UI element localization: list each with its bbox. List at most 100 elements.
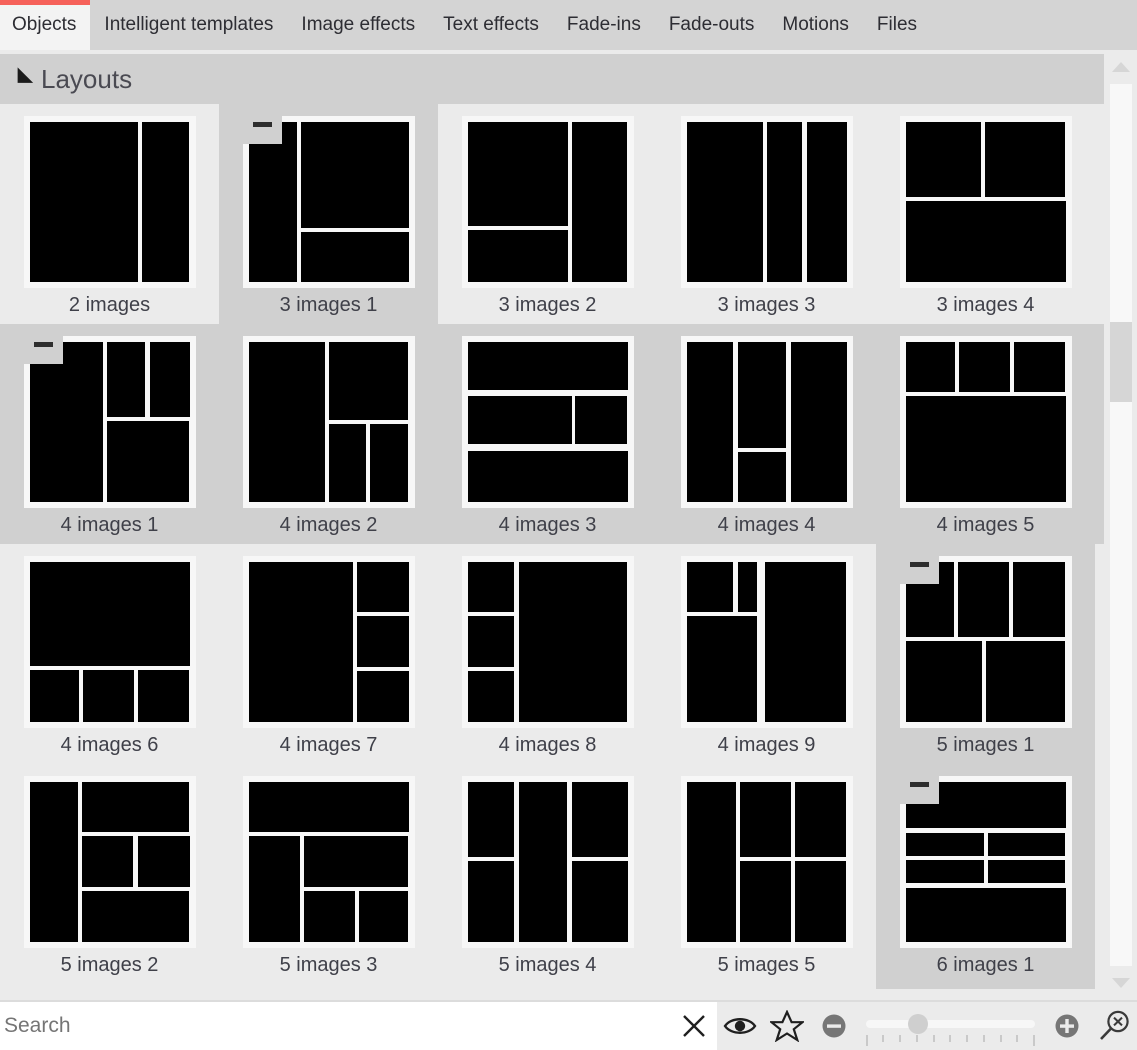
tab-motions[interactable]: Motions: [768, 0, 863, 50]
layout-thumbnail[interactable]: [462, 556, 634, 728]
search-input[interactable]: [0, 1002, 670, 1050]
layout-preview: [906, 122, 1066, 282]
layout-label: 5 images 3: [280, 954, 378, 976]
layout-label: 4 images 1: [61, 514, 159, 536]
layout-tile: [30, 122, 139, 282]
section-header-layouts[interactable]: Layouts: [0, 50, 1104, 104]
remove-layout-button[interactable]: [242, 110, 282, 150]
tab-label: Files: [877, 14, 917, 36]
layout-tile: [958, 562, 1009, 637]
minus-icon: [23, 324, 63, 364]
layout-item[interactable]: 4 images 2: [219, 324, 438, 544]
scroll-down-button[interactable]: [1104, 966, 1137, 1000]
layout-thumbnail[interactable]: [243, 776, 415, 948]
layout-tile: [468, 396, 572, 444]
layout-tile: [687, 616, 757, 722]
layout-thumbnail[interactable]: [462, 336, 634, 508]
layout-tile: [738, 452, 786, 502]
tab-label: Intelligent templates: [104, 14, 273, 36]
layout-item[interactable]: 4 images 4: [657, 324, 876, 544]
layout-preview: [687, 562, 847, 722]
layout-item[interactable]: 4 images 1: [0, 324, 219, 544]
layout-item[interactable]: 4 images 9: [657, 544, 876, 764]
layout-thumbnail[interactable]: [24, 556, 196, 728]
layout-thumbnail[interactable]: [24, 776, 196, 948]
layout-thumbnail[interactable]: [900, 116, 1072, 288]
layout-thumbnail[interactable]: [462, 116, 634, 288]
layout-thumbnail[interactable]: [900, 336, 1072, 508]
tab-intelligent-templates[interactable]: Intelligent templates: [90, 0, 287, 50]
layout-preview: [687, 782, 847, 942]
layout-item[interactable]: 4 images 5: [876, 324, 1095, 544]
tab-fade-ins[interactable]: Fade-ins: [553, 0, 655, 50]
scrollbar-thumb[interactable]: [1110, 322, 1132, 401]
layout-tile: [906, 342, 956, 392]
layout-thumbnail[interactable]: [24, 116, 196, 288]
favorites-button[interactable]: [764, 1002, 811, 1050]
layout-item[interactable]: 5 images 2: [0, 764, 219, 989]
scroll-up-button[interactable]: [1104, 50, 1137, 84]
zoom-reset-button[interactable]: [1090, 1002, 1137, 1050]
layout-thumbnail[interactable]: [681, 336, 853, 508]
zoom-slider[interactable]: [860, 1002, 1042, 1050]
tab-files[interactable]: Files: [863, 0, 931, 50]
layout-item[interactable]: 2 images: [0, 104, 219, 324]
layout-thumbnail[interactable]: [681, 556, 853, 728]
layout-item[interactable]: 4 images 6: [0, 544, 219, 764]
layout-item[interactable]: 3 images 4: [876, 104, 1095, 324]
layout-item[interactable]: 5 images 4: [438, 764, 657, 989]
layout-thumbnail[interactable]: [243, 336, 415, 508]
layout-thumbnail[interactable]: [681, 776, 853, 948]
layout-preview: [468, 122, 628, 282]
tab-image-effects[interactable]: Image effects: [287, 0, 429, 50]
layout-label: 4 images 9: [718, 734, 816, 756]
remove-layout-button[interactable]: [899, 550, 939, 590]
layout-preview: [30, 782, 190, 942]
slider-track[interactable]: [866, 1020, 1036, 1028]
scrollbar-track[interactable]: [1110, 84, 1132, 966]
triangle-collapse-icon[interactable]: [10, 67, 33, 90]
layout-label: 4 images 3: [499, 514, 597, 536]
layout-item[interactable]: 3 images 2: [438, 104, 657, 324]
layout-tile: [82, 782, 189, 832]
layout-tile: [82, 891, 189, 942]
tab-objects[interactable]: Objects: [0, 0, 90, 50]
layout-tile: [107, 342, 145, 417]
layout-item[interactable]: 6 images 1: [876, 764, 1095, 989]
layout-item[interactable]: 4 images 3: [438, 324, 657, 544]
clear-search-button[interactable]: [670, 1002, 717, 1050]
layout-tile: [906, 888, 1066, 942]
zoom-out-button[interactable]: [811, 1002, 858, 1050]
layout-preview: [249, 562, 409, 722]
layout-tile: [468, 782, 514, 857]
layout-tile: [519, 562, 628, 722]
star-icon: [770, 1010, 804, 1042]
layout-thumbnail[interactable]: [462, 776, 634, 948]
layout-tile: [107, 421, 189, 502]
preview-toggle-button[interactable]: [717, 1002, 764, 1050]
layout-item[interactable]: 5 images 1: [876, 544, 1095, 764]
layout-tile: [906, 201, 1066, 282]
tab-label: Objects: [12, 14, 76, 36]
layout-item[interactable]: 3 images 3: [657, 104, 876, 324]
tab-text-effects[interactable]: Text effects: [429, 0, 553, 50]
tab-fade-outs[interactable]: Fade-outs: [655, 0, 769, 50]
zoom-in-button[interactable]: [1043, 1002, 1090, 1050]
vertical-scrollbar[interactable]: [1104, 50, 1137, 1000]
layout-tile: [519, 782, 567, 942]
slider-thumb[interactable]: [908, 1014, 928, 1034]
layouts-row: 4 images 64 images 74 images 8 4 images 9…: [0, 544, 1104, 764]
layout-tile: [959, 342, 1010, 392]
layout-item[interactable]: 4 images 7: [219, 544, 438, 764]
layout-preview: [687, 342, 847, 502]
layout-tile: [986, 641, 1065, 722]
layout-item[interactable]: 5 images 5: [657, 764, 876, 989]
remove-layout-button[interactable]: [899, 770, 939, 810]
layout-item[interactable]: 4 images 8: [438, 544, 657, 764]
layout-item[interactable]: 3 images 1: [219, 104, 438, 324]
layout-tile: [906, 396, 1066, 502]
layout-item[interactable]: 5 images 3: [219, 764, 438, 989]
layout-thumbnail[interactable]: [243, 556, 415, 728]
remove-layout-button[interactable]: [23, 330, 63, 370]
layout-thumbnail[interactable]: [681, 116, 853, 288]
